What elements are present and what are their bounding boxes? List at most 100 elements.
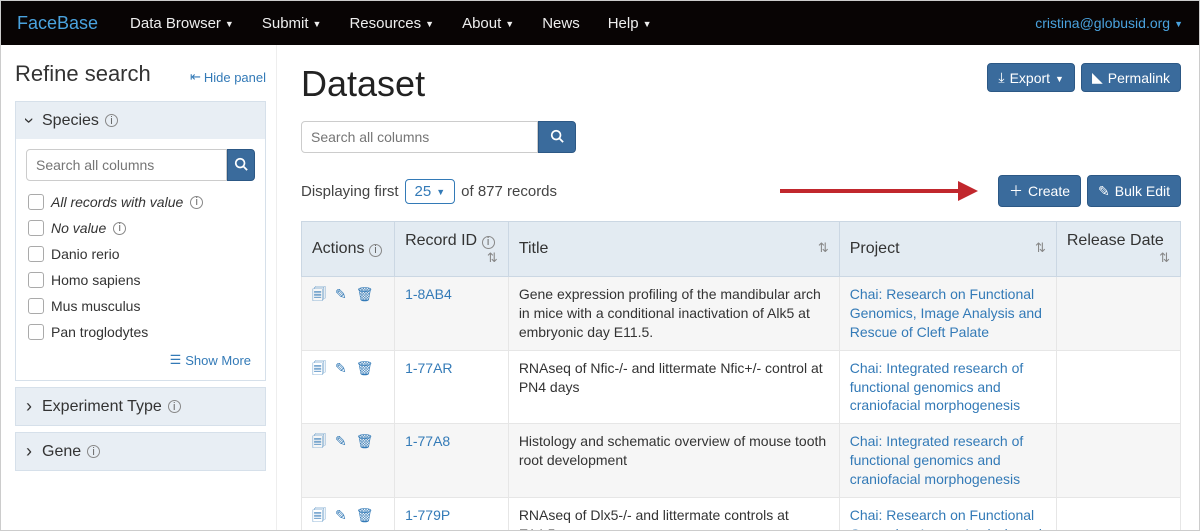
caret-down-icon: ▼ <box>425 19 434 29</box>
info-icon[interactable]: i <box>190 196 203 209</box>
nav-item-about[interactable]: About▼ <box>452 15 524 32</box>
show-more-button[interactable]: ☰ Show More <box>170 352 251 368</box>
species-option[interactable]: Mus musculus <box>26 293 255 319</box>
top-navbar: FaceBase Data Browser▼ Submit▼ Resources▼ A… <box>1 1 1199 45</box>
checkbox[interactable] <box>28 194 44 210</box>
view-icon[interactable]: 🗐 <box>312 359 326 378</box>
checkbox[interactable] <box>28 298 44 314</box>
display-prefix: Displaying first <box>301 183 399 200</box>
sort-icon: ⇅ <box>1159 250 1170 266</box>
sort-icon: ⇅ <box>1035 240 1046 256</box>
species-option[interactable]: All records with valuei <box>26 189 255 215</box>
info-icon[interactable]: i <box>105 114 118 127</box>
release-cell <box>1056 424 1180 498</box>
species-option-label: Homo sapiens <box>51 272 141 288</box>
delete-icon[interactable]: 🗑 <box>356 432 374 451</box>
delete-icon[interactable]: 🗑 <box>356 506 374 525</box>
col-release[interactable]: Release Date ⇅ <box>1056 222 1180 277</box>
species-option[interactable]: No valuei <box>26 215 255 241</box>
delete-icon[interactable]: 🗑 <box>356 285 374 304</box>
info-icon[interactable]: i <box>168 400 181 413</box>
record-id-link[interactable]: 1-8AB4 <box>405 286 452 302</box>
species-options: All records with valueiNo valuei Danio re… <box>26 189 255 345</box>
col-record-id[interactable]: Record ID i ⇅ <box>395 222 509 277</box>
create-button[interactable]: ＋ Create <box>998 175 1081 207</box>
title-cell: Gene expression profiling of the mandibu… <box>508 277 839 351</box>
create-label: Create <box>1028 183 1070 199</box>
species-option-label: Danio rerio <box>51 246 119 262</box>
edit-icon[interactable]: ✎ <box>335 506 347 525</box>
checkbox[interactable] <box>28 272 44 288</box>
list-icon: ☰ <box>170 352 182 368</box>
project-link[interactable]: Chai: Integrated research of functional … <box>850 360 1024 414</box>
species-option[interactable]: Homo sapiens <box>26 267 255 293</box>
facet-gene-header[interactable]: Gene i <box>16 433 265 470</box>
nav-item-submit[interactable]: Submit▼ <box>252 15 332 32</box>
facet-species: Species i All records with valueiNo valu… <box>15 101 266 381</box>
display-suffix: of 877 records <box>461 183 557 200</box>
hide-panel-label: Hide panel <box>204 70 266 85</box>
species-search-button[interactable] <box>227 149 255 181</box>
edit-icon[interactable]: ✎ <box>335 359 347 378</box>
show-more-label: Show More <box>185 353 251 368</box>
caret-down-icon: ▼ <box>225 19 234 29</box>
info-icon: i <box>482 236 495 249</box>
view-icon[interactable]: 🗐 <box>312 285 326 304</box>
nav-item-resources[interactable]: Resources▼ <box>339 15 444 32</box>
caret-down-icon: ▼ <box>1174 19 1183 29</box>
table-row: 🗐 ✎ 🗑 1-8AB4 Gene expression profiling of th… <box>302 277 1181 351</box>
bulk-edit-button[interactable]: ✎ Bulk Edit <box>1087 175 1181 207</box>
page-title: Dataset <box>301 63 425 105</box>
global-search-button[interactable] <box>538 121 576 153</box>
record-id-link[interactable]: 1-779P <box>405 507 450 523</box>
view-icon[interactable]: 🗐 <box>312 432 326 451</box>
bookmark-icon: ◣ <box>1092 69 1103 86</box>
project-link[interactable]: Chai: Research on Functional Genomics, I… <box>850 286 1042 340</box>
edit-icon[interactable]: ✎ <box>335 432 347 451</box>
nav-item-news[interactable]: News <box>532 15 590 32</box>
bulk-edit-label: Bulk Edit <box>1115 183 1170 199</box>
species-search-input[interactable] <box>26 149 227 181</box>
record-id-link[interactable]: 1-77AR <box>405 360 452 376</box>
table-row: 🗐✎🗑1-77A8Histology and schematic overvie… <box>302 424 1181 498</box>
col-title[interactable]: Title ⇅ <box>508 222 839 277</box>
facet-species-label: Species <box>42 112 99 130</box>
checkbox[interactable] <box>28 324 44 340</box>
col-actions: Actions i <box>302 222 395 277</box>
permalink-label: Permalink <box>1108 70 1170 86</box>
delete-icon[interactable]: 🗑 <box>356 359 374 378</box>
export-label: Export <box>1010 70 1050 86</box>
title-cell: RNAseq of Dlx5-/- and littermate control… <box>508 498 839 530</box>
project-link[interactable]: Chai: Integrated research of functional … <box>850 433 1024 487</box>
edit-icon[interactable]: ✎ <box>335 285 347 304</box>
species-option[interactable]: Danio rerio <box>26 241 255 267</box>
global-search-input[interactable] <box>301 121 538 153</box>
checkbox[interactable] <box>28 246 44 262</box>
nav-item-data-browser[interactable]: Data Browser▼ <box>120 15 244 32</box>
facet-experiment-type-header[interactable]: Experiment Type i <box>16 388 265 425</box>
info-icon[interactable]: i <box>369 244 382 257</box>
export-button[interactable]: ⤓ Export ▼ <box>987 63 1075 92</box>
info-icon[interactable]: i <box>113 222 126 235</box>
species-option-label: Pan troglodytes <box>51 324 148 340</box>
nav-item-help[interactable]: Help▼ <box>598 15 662 32</box>
hide-panel-button[interactable]: ⇤ Hide panel <box>190 69 266 85</box>
species-option[interactable]: Pan troglodytes <box>26 319 255 345</box>
permalink-button[interactable]: ◣ Permalink <box>1081 63 1181 92</box>
refine-sidebar: Refine search ⇤ Hide panel Species i All… <box>1 45 277 530</box>
record-id-link[interactable]: 1-77A8 <box>405 433 450 449</box>
search-icon <box>234 157 248 171</box>
release-cell <box>1056 350 1180 424</box>
user-menu[interactable]: cristina@globusid.org ▼ <box>1035 15 1183 31</box>
project-link[interactable]: Chai: Research on Functional Genomics, I… <box>850 507 1042 530</box>
brand-link[interactable]: FaceBase <box>17 13 98 34</box>
checkbox[interactable] <box>28 220 44 236</box>
facet-species-header[interactable]: Species i <box>16 102 265 139</box>
release-cell <box>1056 277 1180 351</box>
info-icon[interactable]: i <box>87 445 100 458</box>
page-size-dropdown[interactable]: 25 ▼ <box>405 179 456 204</box>
col-project[interactable]: Project ⇅ <box>839 222 1056 277</box>
plus-icon: ＋ <box>1009 181 1023 201</box>
view-icon[interactable]: 🗐 <box>312 506 326 525</box>
pencil-icon: ✎ <box>1098 183 1110 200</box>
